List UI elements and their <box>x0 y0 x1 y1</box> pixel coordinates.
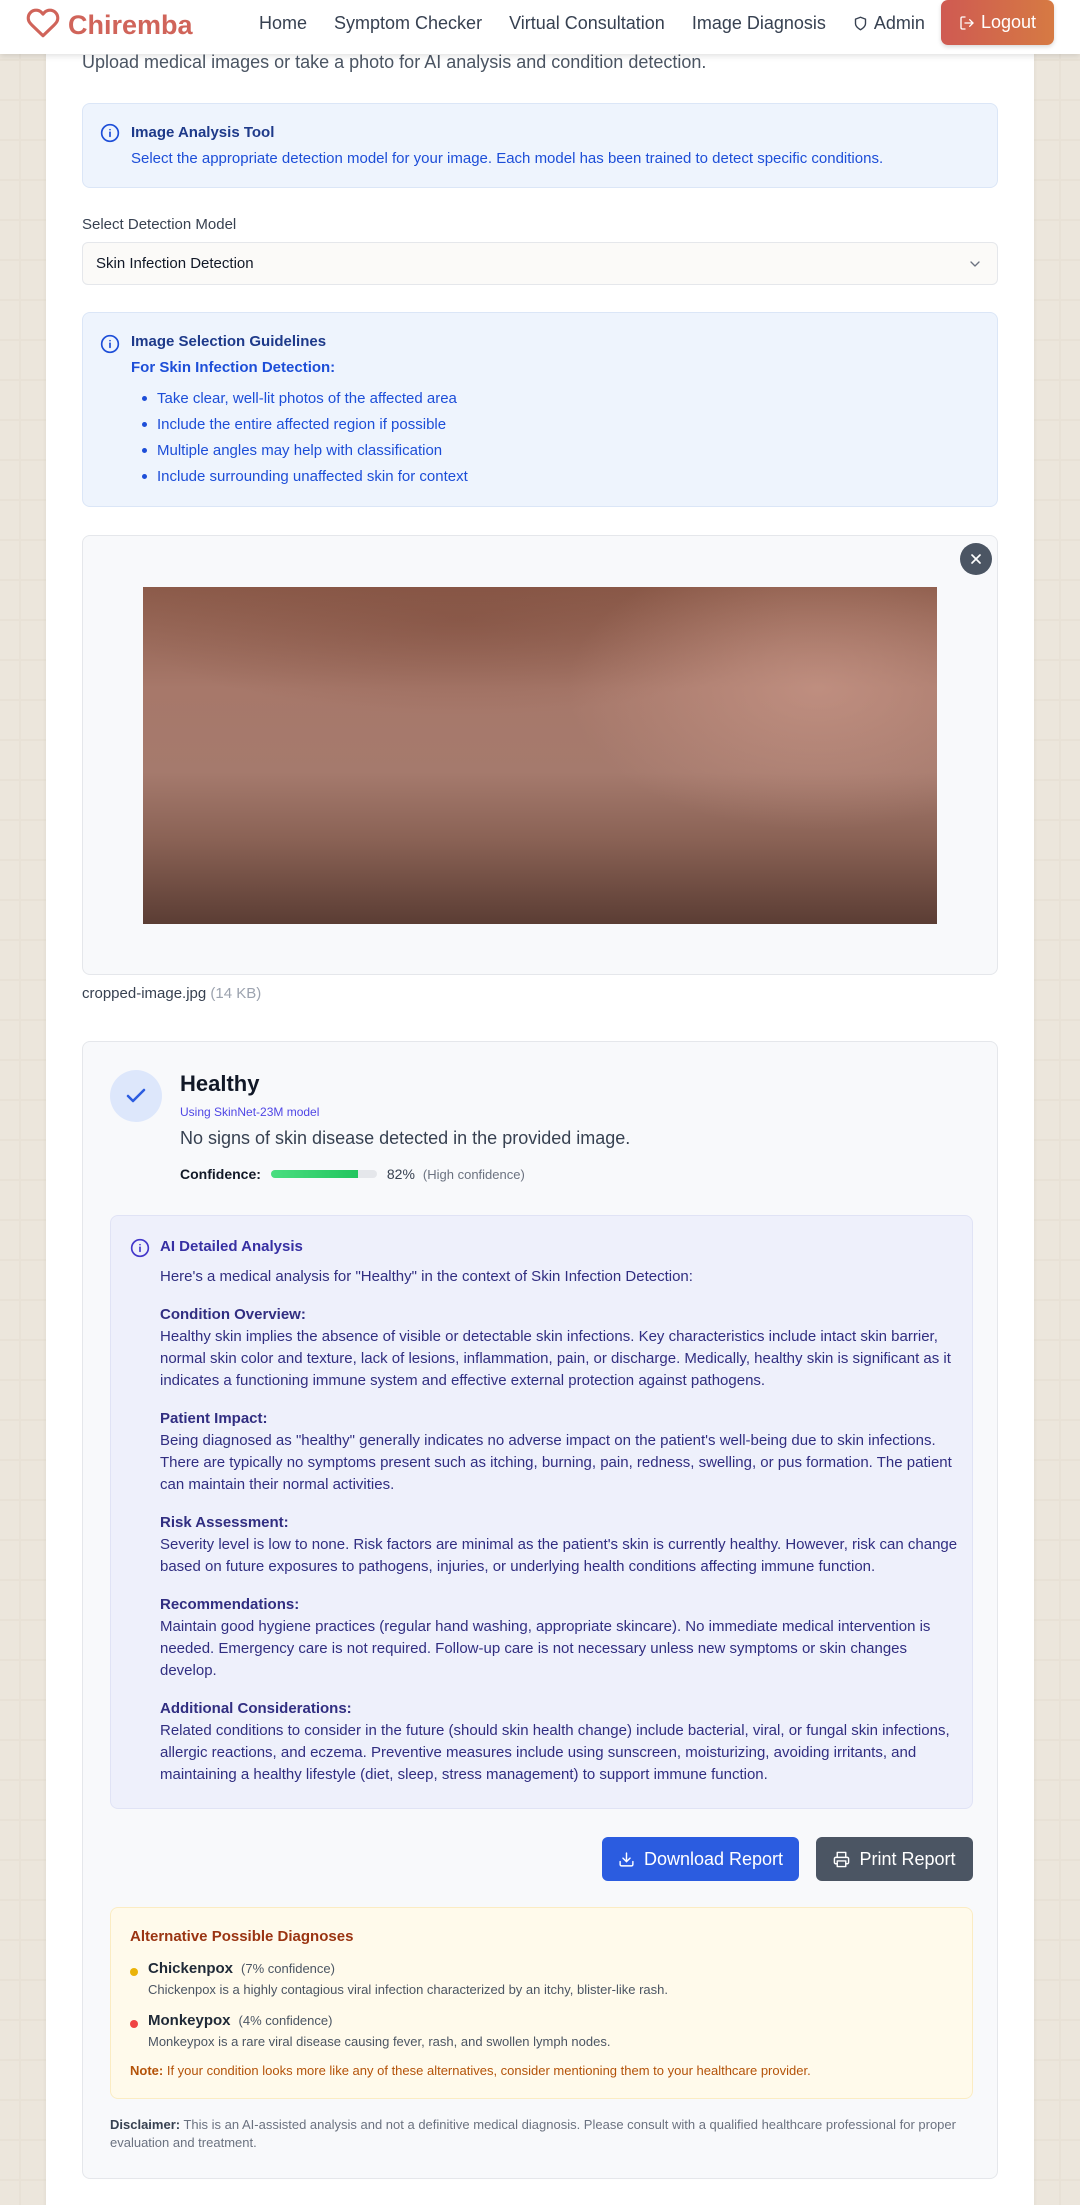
section-text: Maintain good hygiene practices (regular… <box>160 1618 931 1679</box>
alternatives-title: Alternative Possible Diagnoses <box>130 1928 354 1945</box>
section-heading: Patient Impact: <box>160 1410 268 1427</box>
nav-link-virtual-consultation[interactable]: Virtual Consultation <box>509 13 665 34</box>
logout-button[interactable]: Logout <box>941 0 1054 45</box>
alternative-name: Chickenpox (7% confidence) <box>148 1960 335 1977</box>
disclaimer: Disclaimer: This is an AI-assisted analy… <box>110 2116 973 2152</box>
alternative-diagnoses: Alternative Possible Diagnoses Chickenpo… <box>110 1907 973 2099</box>
list-item: Take clear, well-lit photos of the affec… <box>142 385 468 411</box>
image-guidelines: Image Selection Guidelines For Skin Infe… <box>82 312 998 507</box>
image-preview-area <box>82 535 998 975</box>
model-select-label: Select Detection Model <box>82 216 237 233</box>
print-label: Print Report <box>859 1848 956 1869</box>
analysis-section: Patient Impact: Being diagnosed as "heal… <box>160 1408 960 1496</box>
list-item: Include the entire affected region if po… <box>142 411 468 437</box>
status-dot <box>130 1968 138 1976</box>
heart-icon <box>26 6 60 45</box>
alternative-confidence: (7% confidence) <box>241 1961 335 1976</box>
chevron-down-icon <box>970 261 980 267</box>
brand-name: Chiremba <box>68 10 193 40</box>
note-text: If your condition looks more like any of… <box>166 2063 811 2078</box>
print-report-button[interactable]: Print Report <box>816 1837 973 1881</box>
confidence-note: (High confidence) <box>422 1166 525 1182</box>
guidelines-subtitle: For Skin Infection Detection: <box>131 359 336 376</box>
confidence-bar-fill <box>270 1170 358 1178</box>
section-text: Being diagnosed as "healthy" generally i… <box>160 1432 952 1493</box>
alternative-description: Chickenpox is a highly contagious viral … <box>148 1982 669 1997</box>
diagnosis-result: Healthy Using SkinNet-23M model No signs… <box>82 1041 998 2179</box>
admin-label: Admin <box>873 12 925 33</box>
analysis-section: Additional Considerations: Related condi… <box>160 1698 960 1786</box>
confidence-value: 82% <box>386 1166 415 1182</box>
analysis-body: Here's a medical analysis for "Healthy" … <box>160 1266 960 1802</box>
close-icon <box>971 554 981 564</box>
logout-label: Logout <box>980 12 1037 32</box>
result-status-badge <box>110 1070 162 1122</box>
disclaimer-text: This is an AI-assisted analysis and not … <box>110 2117 956 2150</box>
analysis-section: Recommendations: Maintain good hygiene p… <box>160 1594 960 1682</box>
result-title: Healthy <box>180 1071 260 1096</box>
file-name: cropped-image.jpg <box>82 985 207 1002</box>
section-text: Severity level is low to none. Risk fact… <box>160 1536 958 1575</box>
nav-link-image-diagnosis[interactable]: Image Diagnosis <box>692 13 826 34</box>
info-icon <box>100 123 120 148</box>
analysis-section: Condition Overview: Healthy skin implies… <box>160 1304 960 1392</box>
info-icon <box>100 334 120 359</box>
file-info: cropped-image.jpg (14 KB) <box>82 985 261 1002</box>
list-item: Multiple angles may help with classifica… <box>142 437 468 463</box>
section-heading: Risk Assessment: <box>160 1514 289 1531</box>
nav-link-admin[interactable]: Admin <box>853 13 925 34</box>
section-text: Related conditions to consider in the fu… <box>160 1722 950 1783</box>
alternative-name: Monkeypox (4% confidence) <box>148 2012 332 2029</box>
confidence-label: Confidence: <box>180 1166 261 1182</box>
page-subtitle: Upload medical images or take a photo fo… <box>82 52 707 72</box>
brand[interactable]: Chiremba <box>26 6 193 45</box>
section-heading: Condition Overview: <box>160 1306 306 1323</box>
info-icon <box>130 1238 150 1263</box>
confidence-row: Confidence: 82% (High confidence) <box>180 1166 525 1182</box>
list-item: Include surrounding unaffected skin for … <box>142 463 468 489</box>
alternative-confidence: (4% confidence) <box>238 2013 333 2028</box>
alternative-name-text: Monkeypox <box>148 2012 231 2029</box>
nav-links: Home Symptom Checker Virtual Consultatio… <box>259 0 952 46</box>
guidelines-list: Take clear, well-lit photos of the affec… <box>142 385 468 489</box>
result-model: Using SkinNet-23M model <box>180 1105 320 1119</box>
note-label: Note: <box>130 2063 164 2078</box>
check-icon <box>126 1088 146 1103</box>
tool-info-title: Image Analysis Tool <box>131 124 275 141</box>
section-text: Healthy skin implies the absence of visi… <box>160 1328 951 1389</box>
analysis-section: Risk Assessment: Severity level is low t… <box>160 1512 960 1578</box>
top-navbar: Chiremba Home Symptom Checker Virtual Co… <box>0 0 1080 54</box>
guidelines-title: Image Selection Guidelines <box>131 333 327 350</box>
status-dot <box>130 2020 138 2028</box>
printer-icon <box>834 1851 850 1867</box>
file-size: (14 KB) <box>210 985 262 1002</box>
remove-image-button[interactable] <box>960 543 992 575</box>
shield-icon <box>854 16 867 30</box>
download-label: Download Report <box>643 1848 784 1869</box>
analysis-tool-info: Image Analysis Tool Select the appropria… <box>82 103 998 188</box>
logout-icon <box>960 15 974 30</box>
confidence-bar <box>270 1170 377 1178</box>
download-report-button[interactable]: Download Report <box>602 1837 799 1881</box>
result-description: No signs of skin disease detected in the… <box>180 1128 631 1148</box>
ai-detailed-analysis: AI Detailed Analysis Here's a medical an… <box>110 1215 973 1809</box>
download-icon <box>619 1851 634 1867</box>
alternative-name-text: Chickenpox <box>148 1960 234 1977</box>
alternative-description: Monkeypox is a rare viral disease causin… <box>148 2034 611 2049</box>
section-heading: Recommendations: <box>160 1596 300 1613</box>
alternatives-note: Note: If your condition looks more like … <box>130 2063 811 2078</box>
uploaded-image <box>143 587 937 924</box>
analysis-title: AI Detailed Analysis <box>160 1238 303 1255</box>
model-select-value: Skin Infection Detection <box>96 255 254 272</box>
section-heading: Additional Considerations: <box>160 1700 352 1717</box>
nav-link-home[interactable]: Home <box>259 13 307 34</box>
tool-info-text: Select the appropriate detection model f… <box>131 150 884 167</box>
disclaimer-label: Disclaimer: <box>110 2117 181 2132</box>
model-select[interactable]: Skin Infection Detection <box>82 242 998 285</box>
nav-link-symptom-checker[interactable]: Symptom Checker <box>334 13 482 34</box>
analysis-intro: Here's a medical analysis for "Healthy" … <box>160 1268 693 1285</box>
